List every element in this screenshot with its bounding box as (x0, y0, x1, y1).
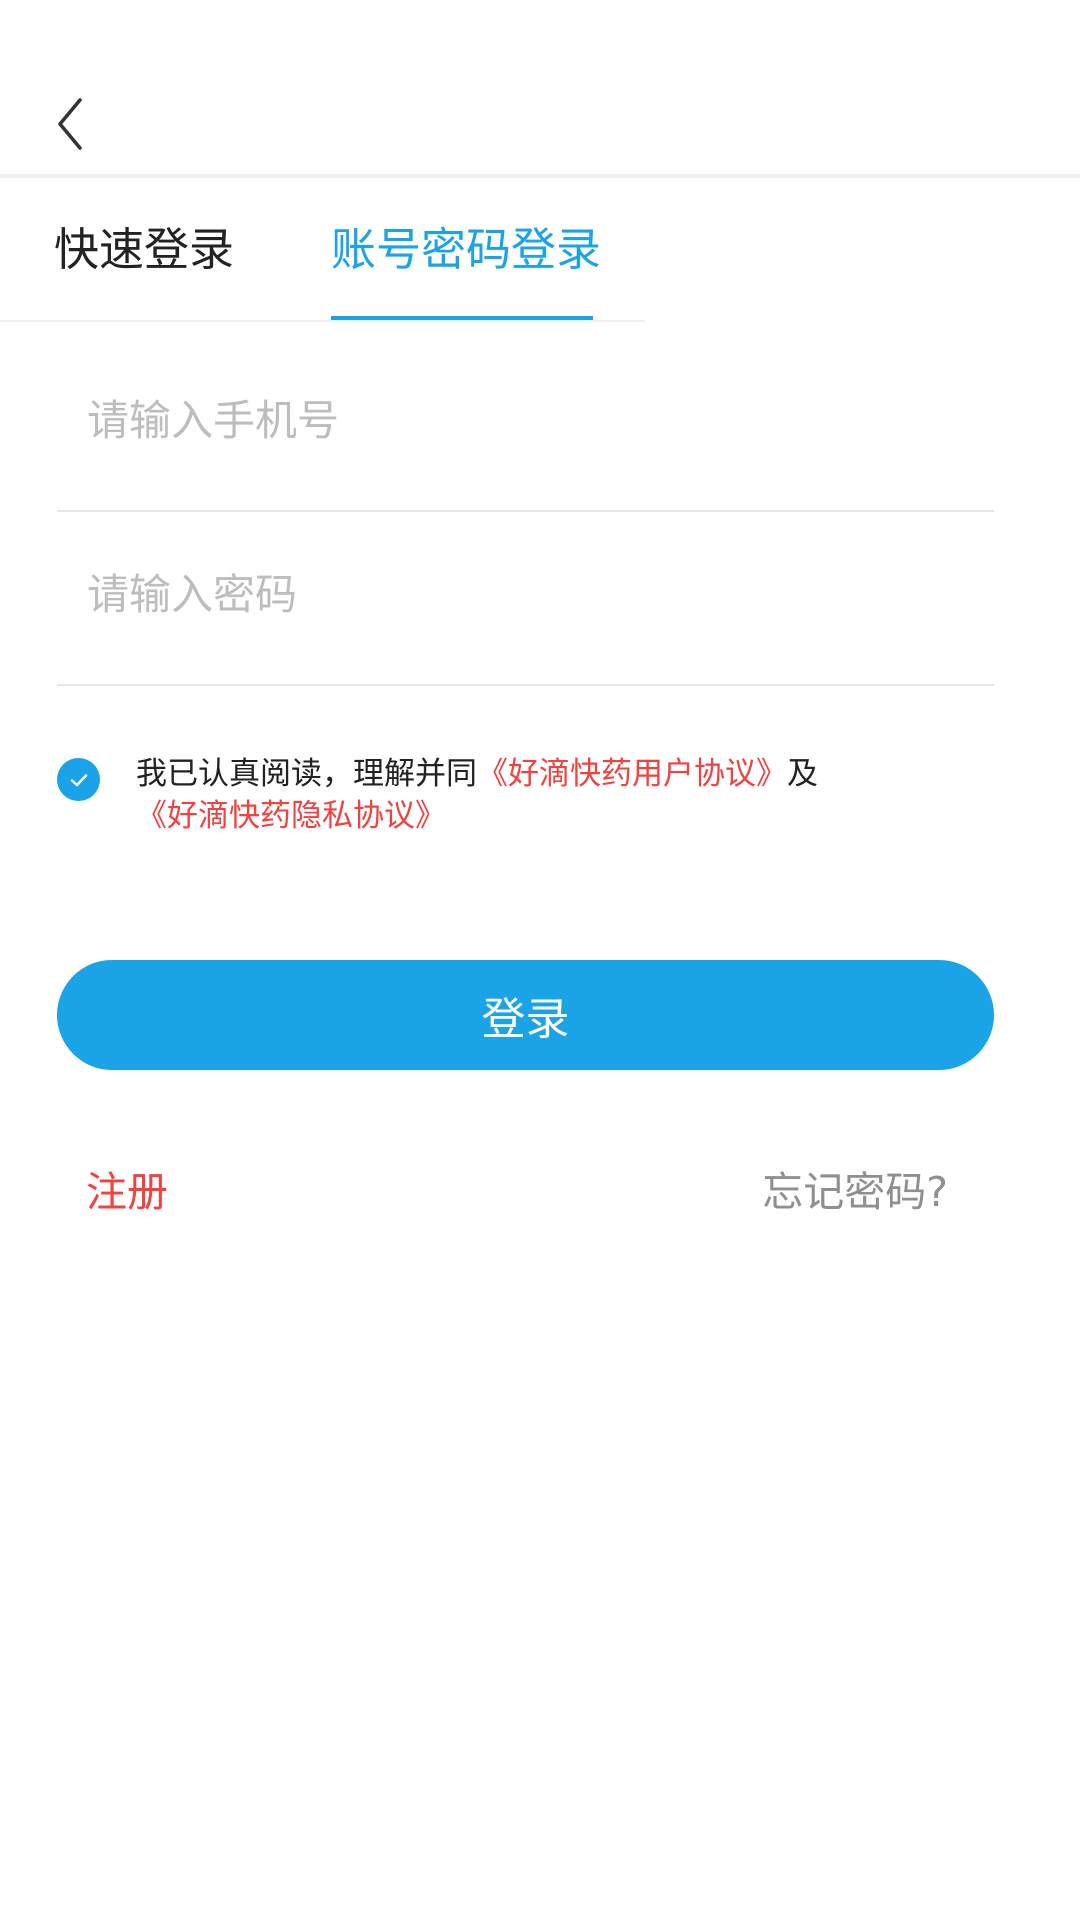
top-bar (0, 0, 1080, 178)
user-agreement-link[interactable]: 《好滴快药用户协议》 (477, 756, 787, 792)
chevron-left-icon (58, 98, 82, 150)
back-button[interactable] (50, 90, 110, 160)
active-tab-indicator (331, 316, 593, 320)
login-tabs: 快速登录 账号密码登录 (0, 180, 645, 322)
privacy-agreement-link[interactable]: 《好滴快药隐私协议》 (136, 798, 446, 834)
phone-field (57, 360, 994, 512)
check-icon (70, 773, 87, 786)
agreement-text: 我已认真阅读，理解并同《好滴快药用户协议》及《好滴快药隐私协议》 (136, 753, 996, 837)
tab-password-login[interactable]: 账号密码登录 (331, 180, 601, 320)
phone-input[interactable] (87, 360, 947, 480)
forgot-password-link[interactable]: 忘记密码? (762, 1158, 948, 1218)
password-field (57, 534, 994, 686)
login-page: 快速登录 账号密码登录 我已认真阅读，理解并同《好滴快药用户协议》及《好滴快药隐… (0, 0, 1080, 1920)
agreement-and: 及 (787, 756, 818, 792)
tab-quick-login[interactable]: 快速登录 (54, 180, 234, 320)
agreement-prefix: 我已认真阅读，理解并同 (136, 756, 477, 792)
login-button[interactable]: 登录 (57, 960, 994, 1070)
register-link[interactable]: 注册 (86, 1158, 168, 1218)
agreement-checkbox[interactable] (57, 758, 100, 801)
password-input[interactable] (87, 534, 947, 654)
